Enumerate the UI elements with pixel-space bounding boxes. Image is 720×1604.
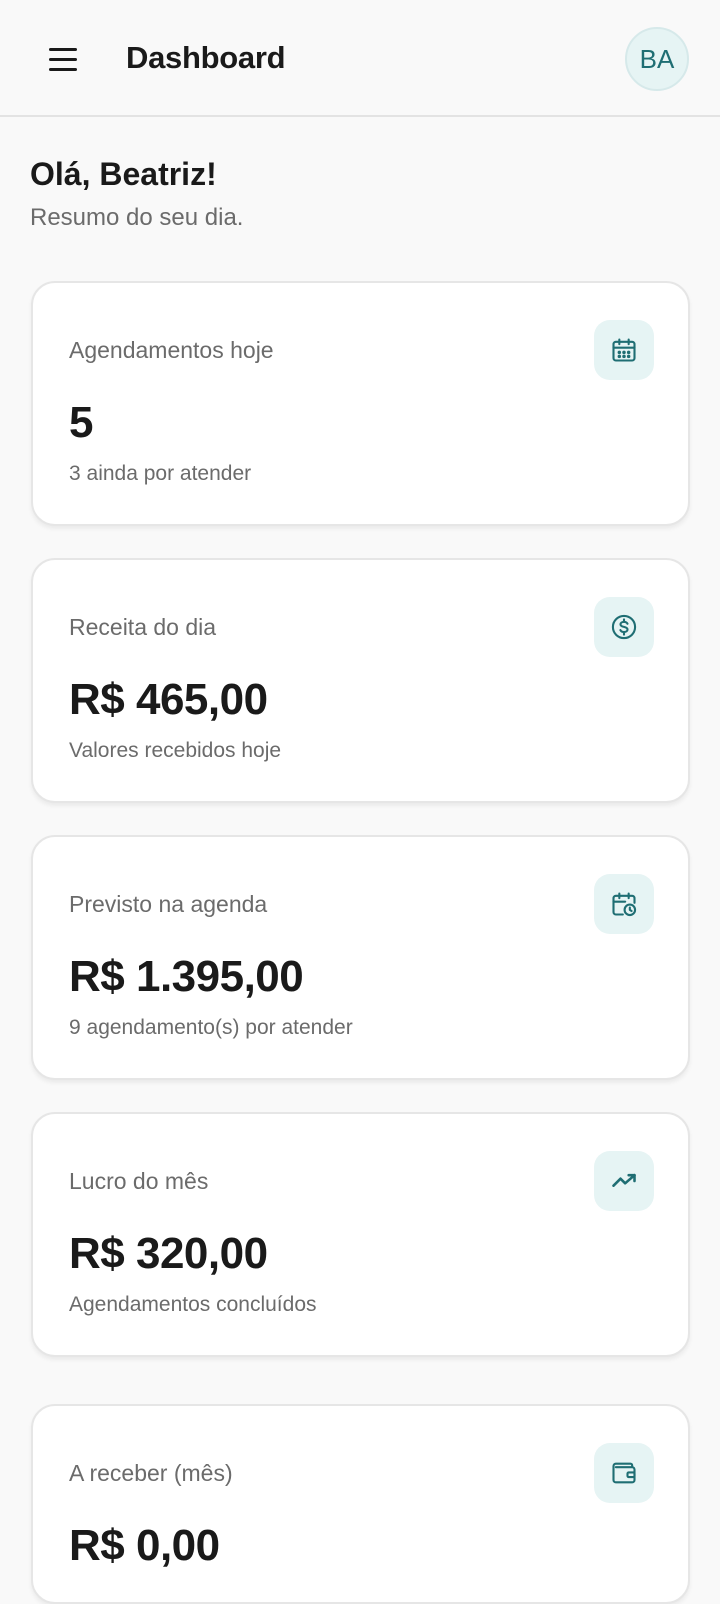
- card-label: Lucro do mês: [69, 1168, 209, 1194]
- card-scheduled-forecast[interactable]: Previsto na agenda R$ 1.395,00 9 agendam…: [31, 835, 690, 1080]
- card-value: 5: [69, 398, 93, 447]
- card-value: R$ 320,00: [69, 1229, 268, 1278]
- card-daily-revenue[interactable]: Receita do dia R$ 465,00 Valores recebid…: [31, 558, 690, 803]
- card-receivable-month[interactable]: A receber (mês) R$ 0,00: [31, 1404, 690, 1604]
- card-value: R$ 0,00: [69, 1521, 220, 1570]
- greeting-subtitle: Resumo do seu dia.: [30, 204, 244, 231]
- card-label: Receita do dia: [69, 614, 217, 640]
- card-label: A receber (mês): [69, 1460, 233, 1486]
- card-monthly-profit[interactable]: Lucro do mês R$ 320,00 Agendamentos conc…: [31, 1112, 690, 1357]
- card-value: R$ 465,00: [69, 675, 268, 724]
- avatar[interactable]: BA: [625, 27, 689, 91]
- card-value: R$ 1.395,00: [69, 952, 304, 1001]
- wallet-icon: [594, 1443, 654, 1503]
- calendar-clock-icon: [594, 874, 654, 934]
- card-caption: 3 ainda por atender: [69, 462, 252, 485]
- app-header: Dashboard BA: [0, 0, 720, 117]
- dollar-circle-icon: [594, 597, 654, 657]
- card-caption: Agendamentos concluídos: [69, 1293, 317, 1316]
- card-caption: Valores recebidos hoje: [69, 739, 282, 762]
- card-caption: 9 agendamento(s) por atender: [69, 1016, 353, 1039]
- card-label: Previsto na agenda: [69, 891, 268, 917]
- page-title: Dashboard: [126, 40, 286, 75]
- calendar-icon: [594, 320, 654, 380]
- trending-up-icon: [594, 1151, 654, 1211]
- card-label: Agendamentos hoje: [69, 337, 274, 363]
- menu-icon: [49, 47, 77, 51]
- greeting-title: Olá, Beatriz!: [30, 156, 217, 192]
- card-appointments-today[interactable]: Agendamentos hoje 5 3 ainda por atender: [31, 281, 690, 526]
- menu-button[interactable]: [40, 38, 86, 80]
